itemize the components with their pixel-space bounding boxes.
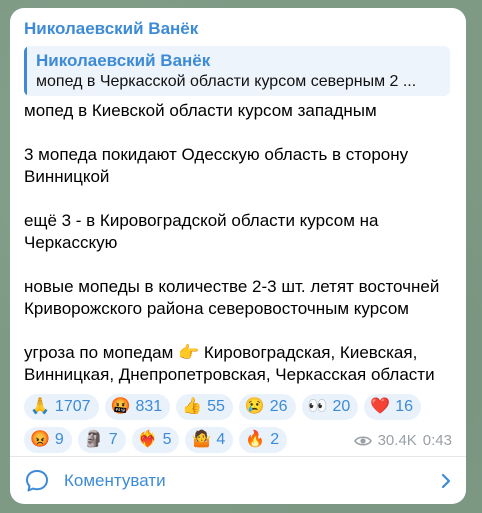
eyes-icon: 👀 bbox=[307, 398, 328, 415]
fire-icon: 🔥 bbox=[245, 431, 266, 448]
reaction-chip[interactable]: 🗿 7 bbox=[77, 427, 126, 453]
reaction-chip[interactable]: ❤️ 16 bbox=[364, 394, 422, 420]
reaction-chip[interactable]: 😢 26 bbox=[238, 394, 296, 420]
reaction-chip[interactable]: 🤷 4 bbox=[185, 427, 234, 453]
reaction-chip[interactable]: 👀 20 bbox=[301, 394, 359, 420]
reply-text: мопед в Черкасской области курсом северн… bbox=[36, 73, 417, 90]
reaction-chip[interactable]: 🔥 2 bbox=[239, 427, 288, 453]
angry-face-icon: 😡 bbox=[30, 431, 50, 448]
thumbs-up-icon: 👍 bbox=[182, 398, 203, 415]
reaction-count: 26 bbox=[269, 398, 288, 415]
reaction-count: 4 bbox=[216, 431, 226, 448]
message-paragraph: мопед в Киевской области курсом западным bbox=[24, 101, 377, 120]
crying-face-icon: 😢 bbox=[244, 398, 265, 415]
reaction-chip[interactable]: 🤬 831 bbox=[104, 394, 171, 420]
praying-hands-icon: 🙏 bbox=[30, 398, 50, 415]
reaction-count: 2 bbox=[270, 431, 280, 448]
comments-button[interactable]: Коментувати bbox=[10, 457, 466, 504]
message-time: 0:43 bbox=[422, 432, 452, 449]
reaction-count: 9 bbox=[54, 431, 64, 448]
reactions: 🙏 1707 🤬 831 👍 55 😢 26 👀 20 ❤️ 16 😡 9 🗿 7 ❤️‍🔥 5 🤷 4 🔥 2 bbox=[24, 394, 454, 460]
chevron-right-icon bbox=[441, 473, 451, 488]
moai-icon: 🗿 bbox=[83, 431, 104, 448]
message-text: мопед в Киевской области курсом западным… bbox=[24, 100, 454, 386]
reaction-chip[interactable]: 🙏 1707 bbox=[24, 394, 99, 420]
reaction-count: 16 bbox=[395, 398, 414, 415]
message-paragraph: новые мопеды в количестве 2-3 шт. летят … bbox=[24, 277, 440, 318]
red-heart-icon: ❤️ bbox=[370, 398, 391, 415]
comments-label: Коментувати bbox=[64, 470, 166, 490]
message-paragraph: угроза по мопедам 👉 Кировоградская, Киев… bbox=[24, 343, 435, 384]
reaction-chip[interactable]: 😡 9 bbox=[24, 427, 72, 453]
reaction-count: 55 bbox=[207, 398, 225, 415]
views-count: 30.4K bbox=[377, 432, 417, 449]
views-eye-icon bbox=[353, 435, 372, 446]
shrug-icon: 🤷 bbox=[191, 431, 212, 448]
reaction-count: 7 bbox=[108, 431, 118, 448]
cursing-face-icon: 🤬 bbox=[110, 398, 131, 415]
message-paragraph: ещё 3 - в Кировоградской области курсом … bbox=[24, 211, 379, 252]
reaction-count: 1707 bbox=[54, 398, 91, 415]
reply-quote[interactable]: Николаевский Ванёк мопед в Черкасской об… bbox=[24, 46, 450, 96]
reaction-count: 20 bbox=[332, 398, 351, 415]
heart-on-fire-icon: ❤️‍🔥 bbox=[137, 431, 158, 448]
reaction-count: 831 bbox=[135, 398, 163, 415]
reply-accent-bar bbox=[24, 46, 27, 96]
comment-bubble-icon bbox=[26, 469, 48, 491]
message-meta: 30.4K 0:43 bbox=[353, 432, 452, 449]
channel-name[interactable]: Николаевский Ванёк bbox=[24, 18, 198, 40]
reactions-row: 🙏 1707 🤬 831 👍 55 😢 26 👀 20 ❤️ 16 bbox=[24, 394, 454, 420]
reaction-count: 5 bbox=[162, 431, 172, 448]
reply-author: Николаевский Ванёк bbox=[36, 51, 211, 70]
reaction-chip[interactable]: 👍 55 bbox=[176, 394, 233, 420]
message-bubble: Николаевский Ванёк Николаевский Ванёк мо… bbox=[10, 8, 466, 504]
message-paragraph: 3 мопеда покидают Одесскую область в сто… bbox=[24, 145, 409, 186]
reaction-chip[interactable]: ❤️‍🔥 5 bbox=[131, 427, 180, 453]
